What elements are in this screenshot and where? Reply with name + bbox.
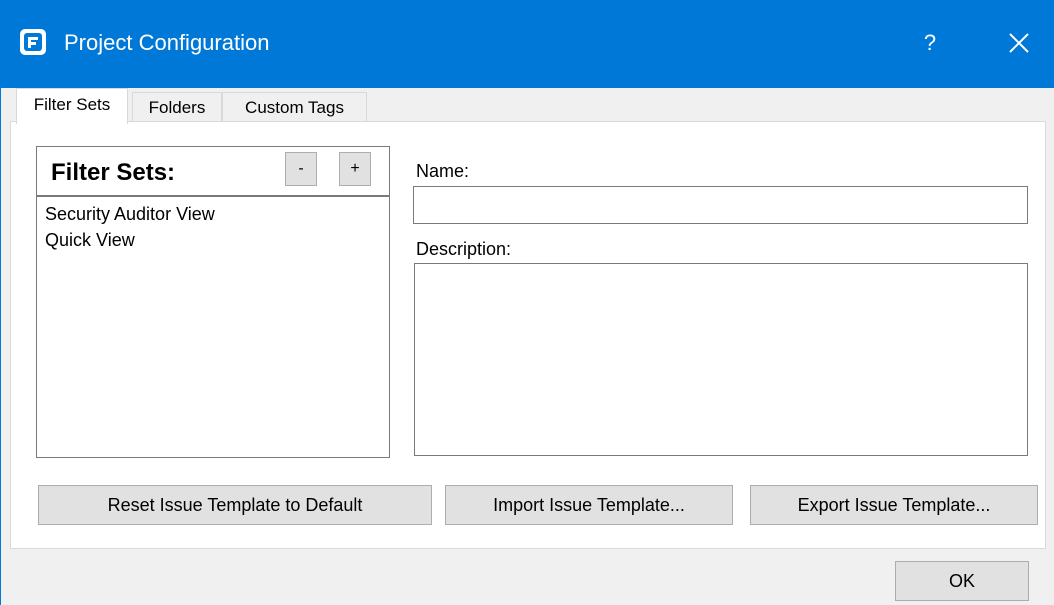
description-input[interactable] <box>414 263 1028 456</box>
filter-sets-list: Filter Sets: - + Security Auditor View Q… <box>36 146 390 458</box>
ok-button[interactable]: OK <box>895 561 1029 601</box>
window-border <box>0 88 1 605</box>
description-label: Description: <box>416 239 512 259</box>
app-logo-icon <box>20 29 46 55</box>
tab-strip: Filter Sets Folders Custom Tags <box>0 88 1054 124</box>
tab-custom-tags[interactable]: Custom Tags <box>222 92 367 123</box>
close-button[interactable] <box>994 22 1044 64</box>
close-icon <box>1009 33 1029 53</box>
list-item[interactable]: Quick View <box>45 227 215 253</box>
export-issue-template-button[interactable]: Export Issue Template... <box>750 485 1038 525</box>
reset-issue-template-button[interactable]: Reset Issue Template to Default <box>38 485 432 525</box>
filter-sets-heading: Filter Sets: <box>51 159 176 186</box>
filter-sets-header: Filter Sets: - + <box>37 147 389 197</box>
window-title: Project Configuration <box>64 30 270 55</box>
title-bar: Project Configuration ? <box>0 0 1054 88</box>
tab-filter-sets[interactable]: Filter Sets <box>16 88 128 124</box>
list-item[interactable]: Security Auditor View <box>45 201 215 227</box>
remove-filter-set-button[interactable]: - <box>285 152 317 186</box>
filter-sets-items: Security Auditor View Quick View <box>45 201 215 253</box>
add-filter-set-button[interactable]: + <box>339 152 371 186</box>
import-issue-template-button[interactable]: Import Issue Template... <box>445 485 733 525</box>
tab-folders[interactable]: Folders <box>132 92 222 123</box>
name-label: Name: <box>416 161 470 181</box>
help-button[interactable]: ? <box>906 22 954 64</box>
name-input[interactable] <box>413 186 1028 224</box>
